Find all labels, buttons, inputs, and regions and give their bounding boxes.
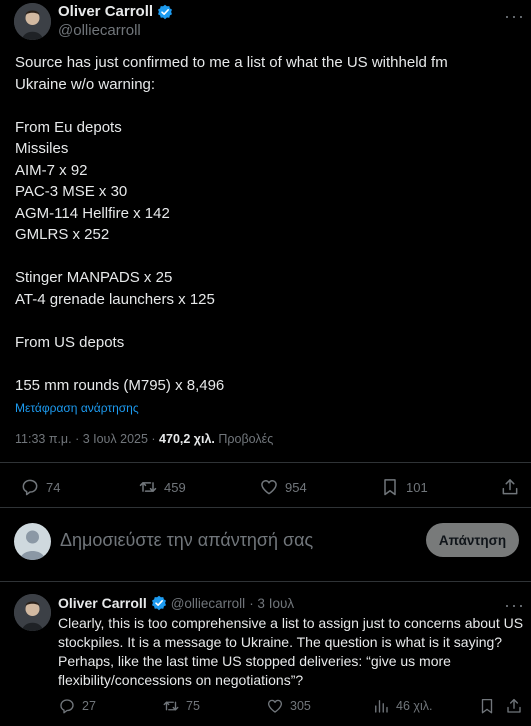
reply-button[interactable]: Απάντηση (426, 523, 519, 557)
author-handle[interactable]: @olliecarroll (58, 22, 458, 39)
reply-reply-action[interactable]: 27 (58, 697, 96, 715)
reply-line: Perhaps, like the last time US stopped d… (58, 653, 451, 669)
tweet-meta: 11:33 π.μ. · 3 Ιουλ 2025 · 470,2 χιλ. Πρ… (15, 432, 273, 446)
reply-author-handle[interactable]: @olliecarroll (171, 596, 245, 611)
reply-icon (60, 699, 74, 714)
tweet-line: Source has just confirmed to me a list o… (15, 54, 448, 71)
verified-badge-icon[interactable] (157, 4, 173, 20)
reply-views-count: 46 χιλ. (396, 699, 433, 713)
tweet-line: 155 mm rounds (M795) x 8,496 (15, 376, 225, 394)
bookmark-icon (481, 698, 493, 714)
reply-body: Clearly, this is too comprehensive a lis… (58, 614, 523, 690)
more-options-icon[interactable]: ··· (504, 6, 525, 27)
author-name[interactable]: Oliver Carroll (58, 3, 153, 20)
share-action[interactable] (500, 477, 520, 497)
reply-more-options-icon[interactable]: ··· (504, 595, 525, 616)
tweet-line: From Eu depots (15, 118, 122, 136)
reply-icon (22, 479, 38, 496)
reply-like-action[interactable]: 305 (266, 697, 311, 715)
reply-share-action[interactable] (505, 697, 523, 715)
reply-header: Oliver Carroll @olliecarroll · 3 Ιουλ (58, 595, 294, 611)
tweet-line: Ukraine w/o warning: (15, 75, 156, 93)
author-avatar[interactable] (14, 3, 51, 40)
reply-reply-count: 27 (82, 699, 96, 713)
tweet-line: From US depots (15, 333, 125, 351)
timestamp[interactable]: 11:33 π.μ. · 3 Ιουλ 2025 · (15, 432, 156, 446)
like-action[interactable]: 954 (259, 477, 307, 497)
bookmark-icon (384, 479, 396, 496)
bookmark-count: 101 (406, 479, 428, 495)
tweet-line: Stinger MANPADS x 25 (15, 269, 173, 286)
verified-badge-icon[interactable] (151, 595, 167, 611)
bookmark-action[interactable]: 101 (380, 477, 428, 497)
share-icon (507, 698, 521, 713)
heart-icon (261, 480, 277, 495)
author-header: Oliver Carroll @olliecarroll (58, 3, 458, 41)
tweet-line: AGM-114 Hellfire x 142 (15, 204, 170, 222)
reply-author-avatar[interactable] (14, 594, 51, 631)
views-count: 470,2 χιλ. (159, 432, 215, 446)
reply-line: stockpiles. It is a message to Ukraine. … (58, 634, 503, 650)
tweet-line: PAC-3 MSE x 30 (15, 183, 128, 200)
divider (0, 507, 531, 508)
reply-author-name[interactable]: Oliver Carroll (58, 595, 147, 611)
share-icon (502, 479, 518, 495)
repost-count: 459 (164, 479, 186, 495)
reply-repost-action[interactable]: 75 (162, 697, 200, 715)
tweet-line: AT-4 grenade launchers x 125 (15, 290, 215, 308)
default-avatar-icon (20, 530, 45, 560)
heart-icon (267, 699, 283, 713)
divider (0, 581, 531, 582)
reply-repost-count: 75 (186, 699, 200, 713)
composer-avatar (14, 523, 51, 560)
reply-count: 74 (46, 479, 61, 495)
like-count: 954 (285, 479, 307, 495)
tweet-body: Source has just confirmed to me a list o… (15, 52, 520, 396)
reply-input[interactable]: Δημοσιεύστε την απάντησή σας (60, 530, 313, 551)
reply-line: flexibility/concessions on negotiations”… (58, 672, 304, 688)
translate-post-link[interactable]: Μετάφραση ανάρτησης (15, 401, 139, 415)
reply-bookmark-action[interactable] (478, 697, 496, 715)
repost-action[interactable]: 459 (138, 477, 186, 497)
tweet-line: AIM-7 x 92 (15, 161, 88, 179)
divider (0, 462, 531, 463)
reply-action[interactable]: 74 (20, 477, 60, 497)
tweet-line: GMLRS x 252 (15, 226, 110, 243)
tweet-line: Missiles (15, 140, 69, 157)
tweet-line: ​ (15, 310, 520, 332)
tweet-line: ​ (15, 353, 520, 375)
reply-like-count: 305 (290, 699, 311, 713)
reply-date[interactable]: · 3 Ιουλ (249, 596, 294, 611)
tweet-line: ​ (15, 95, 520, 117)
repost-icon (139, 482, 157, 492)
reply-views-action[interactable]: 46 χιλ. (372, 697, 432, 715)
views-chart-icon (375, 700, 388, 713)
reply-line: Clearly, this is too comprehensive a lis… (58, 615, 524, 631)
views-label: Προβολές (218, 432, 274, 446)
tweet-line: ​ (15, 246, 520, 268)
repost-icon (163, 701, 179, 711)
